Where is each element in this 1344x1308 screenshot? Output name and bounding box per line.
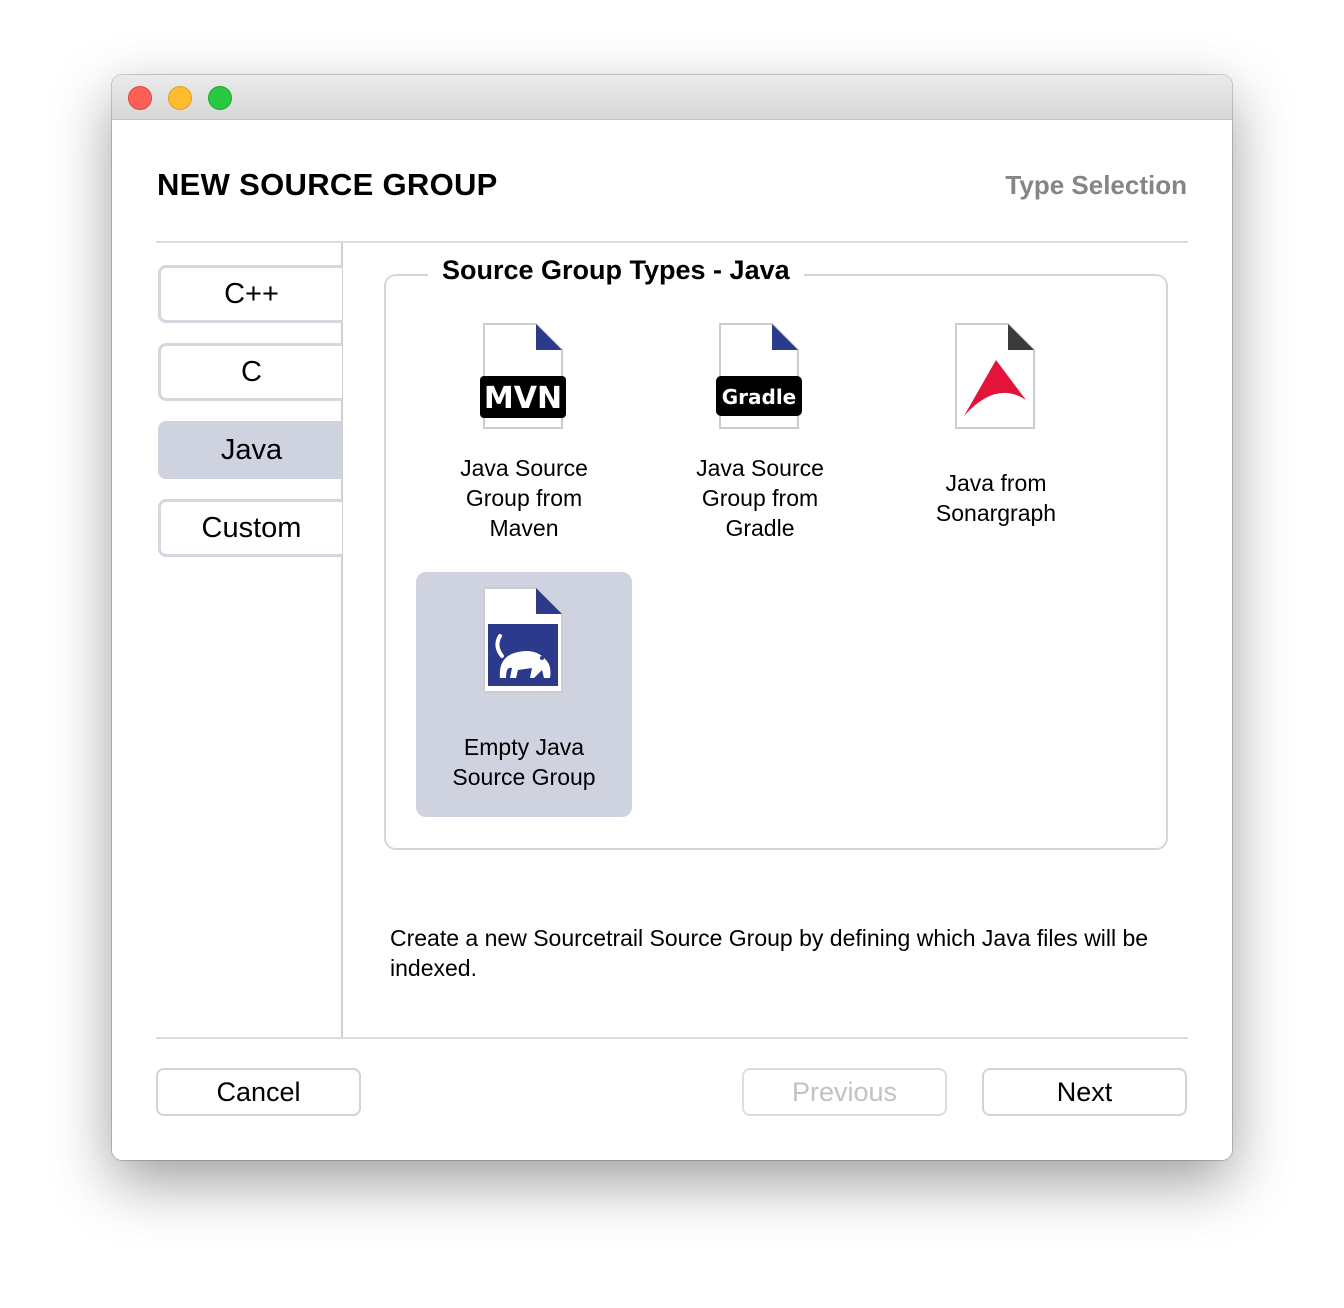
sourcetrail-file-icon [483,587,563,693]
type-java-gradle[interactable]: Gradle Java Source Group from Gradle [652,310,868,555]
type-label: Java Source Group from Gradle [696,455,824,541]
sidebar-item-cpp[interactable]: C++ [158,265,342,323]
type-java-empty[interactable]: Empty Java Source Group [416,572,632,817]
sonargraph-file-icon [955,323,1035,429]
sidebar-item-java[interactable]: Java [158,421,342,479]
cancel-button[interactable]: Cancel [156,1068,361,1116]
step-label: Type Selection [1005,170,1187,200]
type-label: Java Source Group from Maven [460,455,588,541]
type-java-maven[interactable]: MVN Java Source Group from Maven [416,310,632,555]
minimize-window-button[interactable] [168,86,192,110]
type-label: Java from Sonargraph [935,470,1057,526]
sidebar-item-label: Java [220,433,283,466]
maven-badge-text: MVN [484,381,562,416]
footer-divider [156,1037,1188,1039]
sidebar-item-custom[interactable]: Custom [158,499,342,557]
zoom-window-button[interactable] [208,86,232,110]
previous-button[interactable]: Previous [742,1068,947,1116]
close-window-button[interactable] [128,86,152,110]
type-description: Create a new Sourcetrail Source Group by… [390,925,1149,981]
maven-file-icon: MVN [480,323,566,429]
sidebar-item-c[interactable]: C [158,343,342,401]
title-bar[interactable] [112,75,1232,120]
header-divider [156,241,1188,243]
new-source-group-window: NEW SOURCE GROUP Type Selection C++ C Ja… [112,75,1232,1160]
gradle-file-icon: Gradle [716,323,802,429]
source-group-types-title: Source Group Types - Java [428,255,804,286]
type-java-sonargraph[interactable]: Java from Sonargraph [888,310,1104,555]
sidebar-item-label: C++ [224,277,279,310]
gradle-badge-text: Gradle [722,385,797,409]
sidebar-item-label: Custom [201,511,302,544]
next-button[interactable]: Next [982,1068,1187,1116]
sidebar-item-label: C [241,355,262,388]
dialog-title: NEW SOURCE GROUP [157,167,498,202]
type-label: Empty Java Source Group [452,734,596,790]
